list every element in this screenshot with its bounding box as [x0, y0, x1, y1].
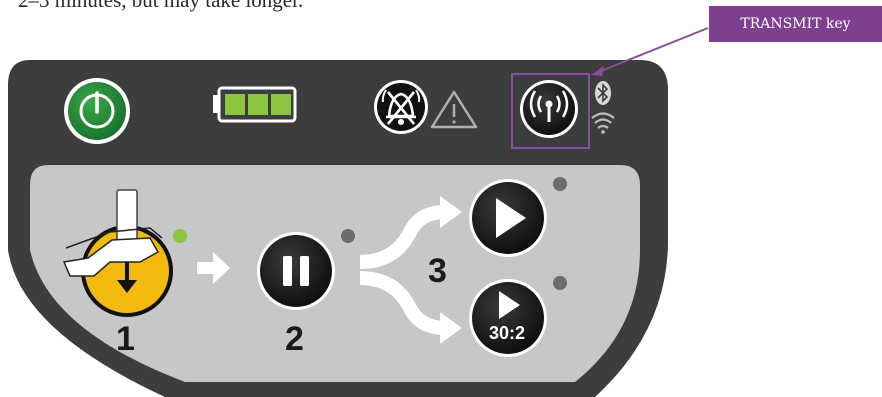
step-2-label: 2	[285, 320, 304, 358]
pause-icon	[283, 256, 292, 286]
pads-indicator-light	[173, 229, 187, 243]
pause-button[interactable]	[257, 232, 335, 310]
play-indicator-light	[553, 177, 567, 191]
pause-indicator-light	[341, 229, 355, 243]
bluetooth-icon	[595, 81, 611, 105]
play-30-2-button[interactable]	[469, 279, 547, 357]
transmit-key-callout: TRANSMIT key	[709, 6, 882, 42]
alarm-silenced-icon	[374, 80, 428, 134]
power-button[interactable]	[64, 78, 130, 144]
play-30-2-indicator-light	[553, 276, 567, 290]
step-1-label: 1	[116, 320, 135, 358]
step-3-label: 3	[428, 252, 447, 290]
ratio-label: 30:2	[489, 323, 526, 343]
battery-full-icon	[213, 86, 297, 123]
play-button[interactable]	[469, 179, 547, 257]
